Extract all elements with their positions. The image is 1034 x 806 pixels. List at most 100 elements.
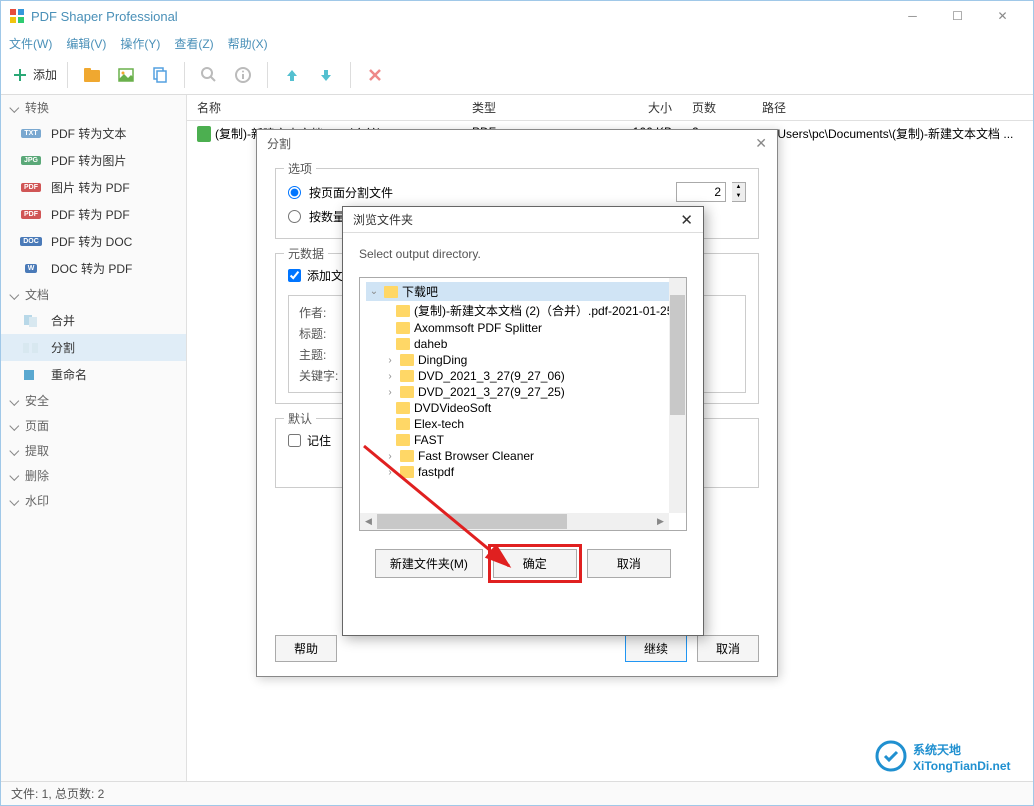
tree-item[interactable]: (复制)-新建文本文档 (2)（合并）.pdf-2021-01-25 [366, 301, 680, 320]
tree-item[interactable]: FAST [366, 432, 680, 448]
scroll-right-button[interactable]: ▶ [652, 513, 669, 530]
down-button[interactable] [312, 61, 340, 89]
sidebar-item-pdf-to-pdf[interactable]: PDF PDF 转为 PDF [1, 201, 186, 228]
tree-item[interactable]: ›fastpdf [366, 464, 680, 480]
sidebar-section-convert[interactable]: 转换 [1, 95, 186, 120]
sidebar-section-security[interactable]: 安全 [1, 388, 186, 413]
expand-icon[interactable]: › [384, 451, 396, 462]
arrow-down-icon [318, 67, 334, 83]
scrollbar-thumb[interactable] [670, 295, 685, 415]
sidebar-section-delete[interactable]: 删除 [1, 463, 186, 488]
watermark: 系统天地 XiTongTianDi.net [873, 734, 1023, 781]
delete-button[interactable] [361, 61, 389, 89]
search-button[interactable] [195, 61, 223, 89]
split-icon [21, 340, 41, 356]
title-bar: PDF Shaper Professional ─ ☐ ✕ [1, 1, 1033, 31]
status-text: 文件: 1, 总页数: 2 [11, 785, 104, 802]
column-name[interactable]: 名称 [197, 99, 472, 116]
sidebar-item-image-to-pdf[interactable]: PDF图片 转为 PDF [1, 174, 186, 201]
menu-view[interactable]: 查看(Z) [174, 35, 213, 52]
tree-root[interactable]: ⌄ 下载吧 [366, 282, 680, 301]
browse-dialog-close-button[interactable]: ✕ [680, 211, 693, 229]
collapse-icon[interactable]: ⌄ [368, 286, 380, 297]
item-label: PDF 转为 DOC [51, 233, 132, 250]
info-button[interactable] [229, 61, 257, 89]
add-metadata-checkbox[interactable] [288, 269, 301, 282]
ok-button[interactable]: 确定 [493, 549, 577, 578]
page-count-input[interactable] [676, 182, 726, 202]
pdf-file-icon [197, 126, 211, 142]
sidebar-section-extract[interactable]: 提取 [1, 438, 186, 463]
add-button[interactable]: 添加 [11, 66, 57, 84]
menu-help[interactable]: 帮助(X) [228, 35, 268, 52]
folder-tree[interactable]: ⌄ 下载吧 (复制)-新建文本文档 (2)（合并）.pdf-2021-01-25… [359, 277, 687, 531]
column-size[interactable]: 大小 [592, 99, 672, 116]
continue-button[interactable]: 继续 [625, 635, 687, 662]
image-button[interactable] [112, 61, 140, 89]
toolbar: 添加 [1, 55, 1033, 95]
folder-label: DVD_2021_3_27(9_27_06) [418, 369, 565, 383]
browse-cancel-button[interactable]: 取消 [587, 549, 671, 578]
tree-item[interactable]: ›DVD_2021_3_27(9_27_25) [366, 384, 680, 400]
sidebar-item-rename[interactable]: 重命名 [1, 361, 186, 388]
sidebar-item-doc-to-pdf[interactable]: WDOC 转为 PDF [1, 255, 186, 282]
sidebar-section-watermark[interactable]: 水印 [1, 488, 186, 513]
sidebar-section-page[interactable]: 页面 [1, 413, 186, 438]
toolbar-separator [350, 62, 351, 88]
column-type[interactable]: 类型 [472, 99, 592, 116]
sidebar-item-pdf-to-doc[interactable]: DOCPDF 转为 DOC [1, 228, 186, 255]
help-button[interactable]: 帮助 [275, 635, 337, 662]
close-button[interactable]: ✕ [980, 1, 1025, 31]
copy-button[interactable] [146, 61, 174, 89]
folder-button[interactable] [78, 61, 106, 89]
page-count-spinner[interactable]: ▲▼ [732, 182, 746, 202]
item-label: 图片 转为 PDF [51, 179, 130, 196]
expand-icon[interactable]: › [384, 467, 396, 478]
expand-icon[interactable]: › [384, 371, 396, 382]
folder-icon [82, 66, 102, 84]
sidebar-item-merge[interactable]: 合并 [1, 307, 186, 334]
remember-label: 记住 [307, 432, 331, 449]
maximize-button[interactable]: ☐ [935, 1, 980, 31]
tree-item[interactable]: Elex-tech [366, 416, 680, 432]
menu-actions[interactable]: 操作(Y) [120, 35, 160, 52]
search-icon [200, 66, 218, 84]
tree-item[interactable]: ›DingDing [366, 352, 680, 368]
item-label: PDF 转为 PDF [51, 206, 130, 223]
horizontal-scrollbar[interactable]: ◀▶ [360, 513, 669, 530]
window-controls: ─ ☐ ✕ [890, 1, 1025, 31]
new-folder-button[interactable]: 新建文件夹(M) [375, 549, 483, 578]
tree-item[interactable]: ›Fast Browser Cleaner [366, 448, 680, 464]
minimize-button[interactable]: ─ [890, 1, 935, 31]
browse-dialog-title-bar: 浏览文件夹 ✕ [343, 207, 703, 233]
pdf-icon: PDF [21, 210, 41, 219]
radio-by-page[interactable] [288, 186, 301, 199]
tree-item[interactable]: Axommsoft PDF Splitter [366, 320, 680, 336]
tree-item[interactable]: DVDVideoSoft [366, 400, 680, 416]
sidebar-section-document[interactable]: 文档 [1, 282, 186, 307]
scroll-left-button[interactable]: ◀ [360, 513, 377, 530]
menu-file[interactable]: 文件(W) [9, 35, 52, 52]
folder-icon [396, 402, 410, 414]
menu-edit[interactable]: 编辑(V) [66, 35, 106, 52]
section-label: 删除 [25, 467, 49, 484]
sidebar-item-split[interactable]: 分割 [1, 334, 186, 361]
radio-by-count[interactable] [288, 210, 301, 223]
sidebar-item-pdf-to-text[interactable]: TXTPDF 转为文本 [1, 120, 186, 147]
sidebar-item-pdf-to-image[interactable]: JPGPDF 转为图片 [1, 147, 186, 174]
scrollbar-thumb[interactable] [377, 514, 567, 529]
remember-checkbox[interactable] [288, 434, 301, 447]
cancel-button[interactable]: 取消 [697, 635, 759, 662]
expand-icon[interactable]: › [384, 387, 396, 398]
sidebar: 转换 TXTPDF 转为文本 JPGPDF 转为图片 PDF图片 转为 PDF … [1, 95, 187, 781]
vertical-scrollbar[interactable] [669, 278, 686, 513]
radio-by-page-row[interactable]: 按页面分割文件 ▲▼ [288, 179, 746, 205]
expand-icon[interactable]: › [384, 355, 396, 366]
tree-item[interactable]: › DVD_2021_3_27(9_27_06) [366, 368, 680, 384]
column-pages[interactable]: 页数 [672, 99, 742, 116]
image-icon [117, 66, 135, 84]
split-dialog-close-button[interactable]: ✕ [755, 135, 767, 152]
up-button[interactable] [278, 61, 306, 89]
tree-item[interactable]: daheb [366, 336, 680, 352]
column-path[interactable]: 路径 [742, 99, 1023, 116]
